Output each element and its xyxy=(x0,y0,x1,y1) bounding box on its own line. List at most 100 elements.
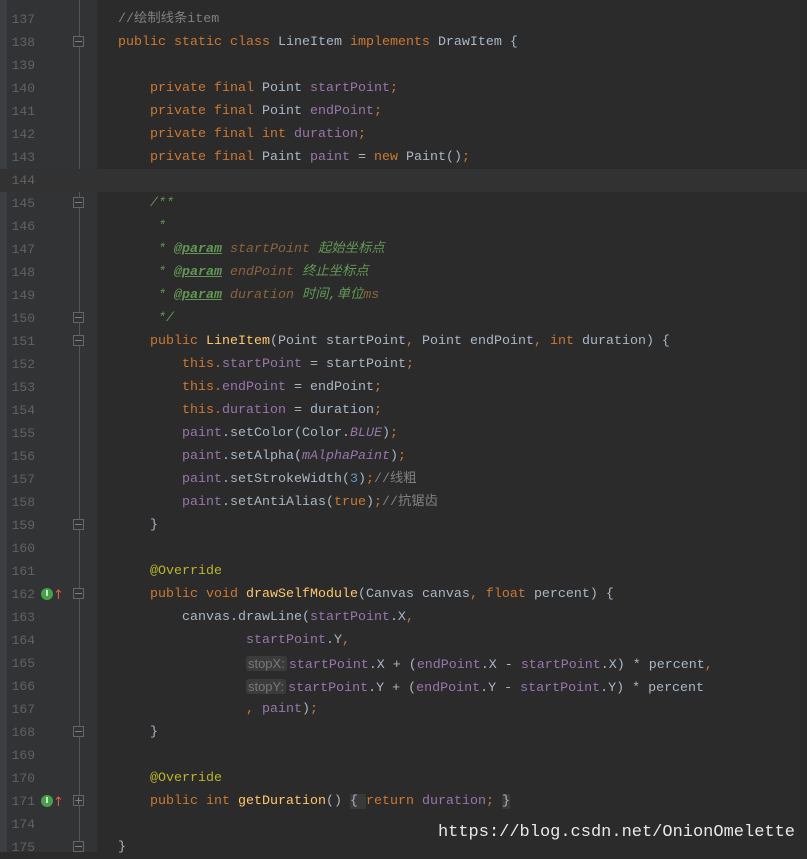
code-token: startPoint xyxy=(221,242,318,257)
code-line[interactable]: 147 * @param startPoint 起始坐标点 xyxy=(0,238,807,261)
code-text: @Override xyxy=(86,560,222,583)
code-line[interactable]: 143 private final Paint paint = new Pain… xyxy=(0,146,807,169)
code-line[interactable]: 137 //绘制线条item xyxy=(0,8,807,31)
code-token: ; xyxy=(373,104,382,119)
code-token: paint xyxy=(86,449,222,464)
code-token: , xyxy=(405,334,422,349)
collapse-fold-icon[interactable]: − xyxy=(73,519,84,530)
collapse-fold-icon[interactable]: − xyxy=(73,197,84,208)
code-text: stopY: startPoint.Y + (endPoint.Y - start… xyxy=(86,675,704,700)
line-number: 149 xyxy=(11,288,35,303)
code-line[interactable]: 144 xyxy=(0,169,807,192)
code-token: private final xyxy=(86,81,262,96)
code-line[interactable]: 154 this.duration = duration; xyxy=(0,399,807,422)
code-line[interactable]: 155 paint.setColor(Color.BLUE); xyxy=(0,422,807,445)
code-token: this. xyxy=(86,403,222,418)
code-token: duration xyxy=(221,403,286,418)
code-line[interactable]: 158 paint.setAntiAlias(true);//抗锯齿 xyxy=(0,491,807,514)
line-number: 160 xyxy=(11,541,35,556)
code-line[interactable]: 151 − public LineItem(Point startPoint, P… xyxy=(0,330,807,353)
code-line[interactable]: 148 * @param endPoint 终止坐标点 xyxy=(0,261,807,284)
folded-code-region[interactable]: } xyxy=(501,794,510,809)
code-text: paint.setAlpha(mAlphaPaint); xyxy=(86,445,406,468)
code-token: LineItem xyxy=(277,35,350,50)
code-line[interactable]: 145 − /** xyxy=(0,192,807,215)
code-line[interactable]: 150 − */ xyxy=(0,307,807,330)
code-token: ms xyxy=(363,288,380,303)
code-text: private final Point endPoint; xyxy=(86,100,382,123)
code-token: ) xyxy=(389,449,398,464)
code-token: @Override xyxy=(86,564,222,579)
code-token: 终止坐标点 xyxy=(301,265,369,280)
code-line[interactable]: 152 this.startPoint = startPoint; xyxy=(0,353,807,376)
line-number: 143 xyxy=(11,150,35,165)
expand-fold-icon[interactable]: + xyxy=(73,795,84,806)
code-line[interactable]: 171 I ↑ + public int getDuration() { return… xyxy=(0,790,807,813)
code-line[interactable]: 160 xyxy=(0,537,807,560)
code-line[interactable]: 140 private final Point startPoint; xyxy=(0,77,807,100)
folded-code-region[interactable]: { xyxy=(349,794,366,809)
code-line[interactable]: 169 xyxy=(0,744,807,767)
code-token: startPoint xyxy=(221,357,302,372)
line-number: 151 xyxy=(11,334,35,349)
code-token: duration xyxy=(293,127,358,142)
code-token: @param xyxy=(173,288,222,303)
code-token: this. xyxy=(86,380,222,395)
code-line[interactable]: 149 * @param duration 时间,单位ms xyxy=(0,284,807,307)
code-line[interactable]: 163 canvas.drawLine(startPoint.X, xyxy=(0,606,807,629)
code-token: } xyxy=(86,840,126,855)
code-text: @Override xyxy=(86,767,222,790)
code-line[interactable]: 153 this.endPoint = endPoint; xyxy=(0,376,807,399)
code-line[interactable]: 166 stopY: startPoint.Y + (endPoint.Y - s… xyxy=(0,675,807,698)
code-line[interactable]: 139 xyxy=(0,54,807,77)
code-token: (Point startPoint xyxy=(269,334,406,349)
implements-method-icon[interactable]: I xyxy=(41,588,53,600)
code-line[interactable]: 156 paint.setAlpha(mAlphaPaint); xyxy=(0,445,807,468)
code-token: duration) { xyxy=(581,334,670,349)
collapse-fold-icon[interactable]: − xyxy=(73,335,84,346)
code-line[interactable]: 142 private final int duration; xyxy=(0,123,807,146)
line-number: 162 xyxy=(11,587,35,602)
code-line[interactable]: 136 xyxy=(0,0,807,8)
code-token: drawSelfModule xyxy=(245,587,358,602)
code-token: .setColor(Color. xyxy=(221,426,350,441)
code-line[interactable]: 159 − } xyxy=(0,514,807,537)
line-number: 137 xyxy=(11,12,35,27)
code-line[interactable]: 141 private final Point endPoint; xyxy=(0,100,807,123)
code-text: paint.setColor(Color.BLUE); xyxy=(86,422,398,445)
code-token: startPoint xyxy=(288,658,369,673)
code-line[interactable]: 161 @Override xyxy=(0,560,807,583)
line-number: 142 xyxy=(11,127,35,142)
implements-method-icon[interactable]: I xyxy=(41,795,53,807)
code-token: * xyxy=(86,242,174,257)
code-line[interactable]: 168 − } xyxy=(0,721,807,744)
code-editor[interactable]: 136137 //绘制线条item138− public static clas… xyxy=(0,0,807,859)
code-text: private final Point startPoint; xyxy=(86,77,398,100)
code-line[interactable]: 165 stopX: startPoint.X + (endPoint.X - s… xyxy=(0,652,807,675)
code-token: , int xyxy=(533,334,582,349)
go-to-interface-arrow-icon[interactable]: ↑ xyxy=(53,584,64,607)
code-token: paint xyxy=(86,426,222,441)
line-number: 141 xyxy=(11,104,35,119)
code-line[interactable]: 157 paint.setStrokeWidth(3);//线粗 xyxy=(0,468,807,491)
code-line[interactable]: 164 startPoint.Y, xyxy=(0,629,807,652)
line-number: 152 xyxy=(11,357,35,372)
code-line[interactable]: 146 * xyxy=(0,215,807,238)
collapse-fold-icon[interactable]: − xyxy=(73,312,84,323)
code-token: return xyxy=(365,794,422,809)
code-line[interactable]: 167 , paint); xyxy=(0,698,807,721)
collapse-fold-icon[interactable]: − xyxy=(73,726,84,737)
collapse-fold-icon[interactable]: − xyxy=(73,588,84,599)
code-line[interactable]: 162 I ↑ − public void drawSelfModule(Canvas… xyxy=(0,583,807,606)
line-number: 164 xyxy=(11,633,35,648)
code-token: duration xyxy=(421,794,486,809)
code-line[interactable]: 138 − public static class LineItem implem… xyxy=(0,31,807,54)
collapse-fold-icon[interactable]: − xyxy=(73,36,84,47)
collapse-fold-icon[interactable]: − xyxy=(73,841,84,852)
line-number: 159 xyxy=(11,518,35,533)
code-line[interactable]: 170 @Override xyxy=(0,767,807,790)
go-to-interface-arrow-icon[interactable]: ↑ xyxy=(53,791,64,814)
code-token: ) xyxy=(357,472,366,487)
code-text: this.startPoint = startPoint; xyxy=(86,353,414,376)
